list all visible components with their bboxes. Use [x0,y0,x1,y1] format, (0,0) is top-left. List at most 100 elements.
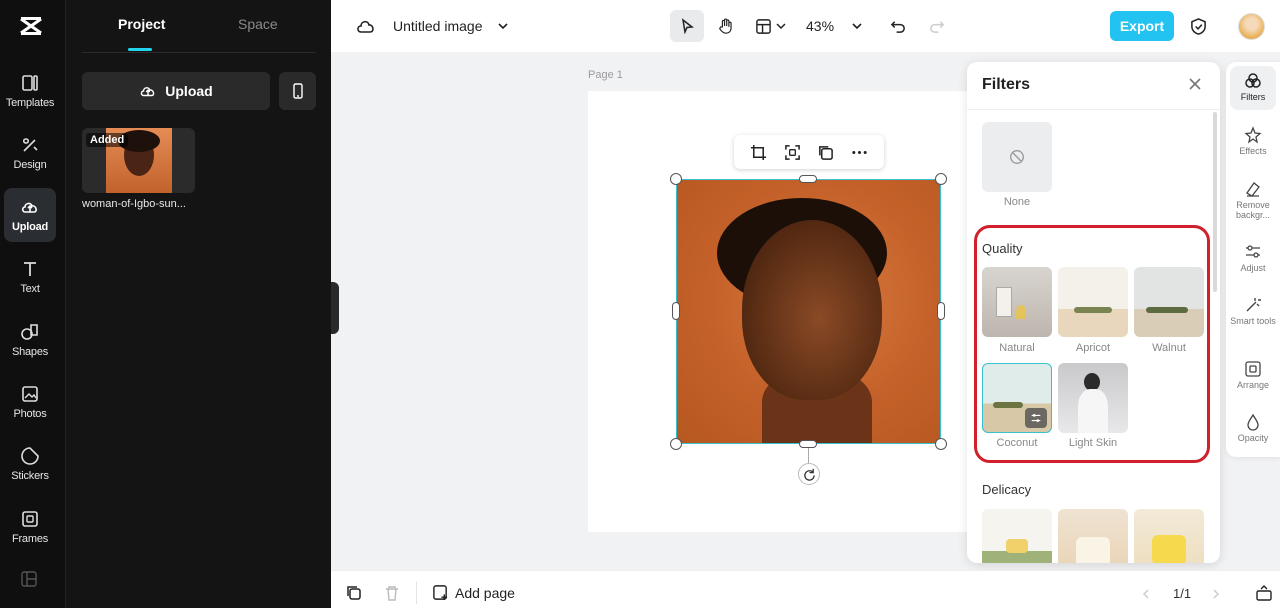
filter-delicacy-1[interactable] [982,509,1052,563]
rotate-icon [803,468,815,481]
text-icon [24,262,36,276]
undo-icon[interactable] [889,17,907,35]
rail-label: Upload [11,221,49,233]
rail-label: Remove backgr... [1235,200,1271,220]
highlight-box [974,225,1210,463]
portrait-face [742,220,882,400]
trash-icon[interactable] [384,585,400,601]
chevron-down-icon[interactable] [850,19,864,33]
rail-item-stickers[interactable]: Stickers [4,437,56,491]
upload-cloud-icon [21,202,37,213]
rail-item-opacity[interactable]: Opacity [1230,413,1276,443]
hand-tool-icon[interactable] [716,16,736,36]
prohibited-icon [1010,150,1024,164]
photos-icon [22,386,38,402]
templates-icon [22,75,38,91]
avatar[interactable] [1238,13,1265,40]
rotate-connector [808,448,809,463]
rail-item-photos[interactable]: Photos [4,375,56,429]
cloud-sync-icon[interactable] [356,17,376,35]
arrange-icon [1245,361,1261,377]
added-badge: Added [86,133,129,147]
rail-label: Text [20,283,40,295]
scrollbar[interactable] [1213,112,1217,292]
chevron-down-icon[interactable] [775,19,787,33]
mobile-upload-button[interactable] [279,72,316,110]
stickers-icon [21,447,39,465]
next-page-icon[interactable] [1210,587,1222,599]
zoom-level[interactable]: 43% [806,18,834,34]
expand-panel-icon[interactable] [1256,585,1272,601]
layout-toggle-icon[interactable] [21,571,37,587]
more-icon[interactable] [851,144,868,161]
sliders-icon [1246,245,1260,258]
rail-item-shapes[interactable]: Shapes [4,313,56,367]
chevron-down-icon[interactable] [496,19,510,33]
filter-delicacy-2[interactable] [1058,509,1128,563]
scan-icon[interactable] [784,144,801,161]
asset-filename: woman-of-Igbo-sun... [82,198,186,210]
layout-icon[interactable] [754,17,772,35]
asset-thumbnail[interactable]: Added [82,128,195,193]
resize-handle[interactable] [672,302,680,320]
rail-label: Templates [5,97,55,109]
selected-image[interactable] [676,179,941,444]
rail-label: Shapes [11,346,49,358]
divider [82,52,316,53]
rail-label: Smart tools [1230,316,1276,326]
rotate-handle[interactable] [798,463,820,485]
tab-space[interactable]: Space [238,16,278,32]
droplet-icon [1247,413,1259,431]
close-icon[interactable] [1187,76,1203,92]
tab-project[interactable]: Project [118,16,165,32]
add-page-label: Add page [455,584,515,601]
design-icon [22,138,38,152]
phone-icon [292,83,303,99]
export-button[interactable]: Export [1110,11,1174,41]
resize-handle[interactable] [799,175,817,183]
app-logo[interactable] [18,14,44,38]
rail-label: Effects [1239,146,1267,156]
resize-handle[interactable] [935,173,947,185]
document-title[interactable]: Untitled image [393,18,483,34]
resize-handle[interactable] [937,302,945,320]
active-tab-indicator [128,48,152,51]
resize-handle[interactable] [935,438,947,450]
filter-none[interactable] [982,122,1052,192]
rail-item-adjust[interactable]: Adjust [1230,243,1276,273]
filter-delicacy-3[interactable] [1134,509,1204,563]
add-page-button[interactable]: Add page [432,584,515,601]
crop-icon[interactable] [750,144,767,161]
rail-item-smart-tools[interactable]: Smart tools [1230,296,1276,326]
rail-item-effects[interactable]: Effects [1230,126,1276,156]
rail-item-arrange[interactable]: Arrange [1230,360,1276,390]
duplicate-page-icon[interactable] [346,585,362,601]
redo-icon[interactable] [927,17,945,35]
rail-item-remove-background[interactable]: Remove backgr... [1230,180,1276,220]
rail-item-filters[interactable]: Filters [1230,66,1276,110]
rail-item-text[interactable]: Text [4,250,56,304]
previous-page-icon[interactable] [1140,587,1152,599]
upload-button[interactable]: Upload [82,72,270,110]
effects-icon [1244,126,1262,144]
rail-item-design[interactable]: Design [4,126,56,180]
collapse-panel-handle[interactable] [331,282,339,334]
rail-item-templates[interactable]: Templates [4,64,56,118]
upload-cloud-icon [141,87,155,97]
upload-label: Upload [165,83,213,99]
rail-label: Design [13,159,47,171]
duplicate-icon[interactable] [817,144,834,161]
filters-panel: Filters None Quality Natural Apricot Wal… [967,62,1220,563]
resize-handle[interactable] [799,440,817,448]
add-page-icon [433,585,448,601]
properties-rail: Filters Effects Remove backgr... Adjust … [1226,62,1280,457]
select-tool-button[interactable] [670,10,704,42]
shield-icon[interactable] [1189,16,1207,36]
resize-handle[interactable] [670,438,682,450]
rail-item-frames[interactable]: Frames [4,500,56,554]
shapes-icon [21,324,38,340]
rail-label: Arrange [1236,380,1270,390]
resize-handle[interactable] [670,173,682,185]
rail-item-upload[interactable]: Upload [4,188,56,242]
rail-label: Photos [13,408,47,420]
